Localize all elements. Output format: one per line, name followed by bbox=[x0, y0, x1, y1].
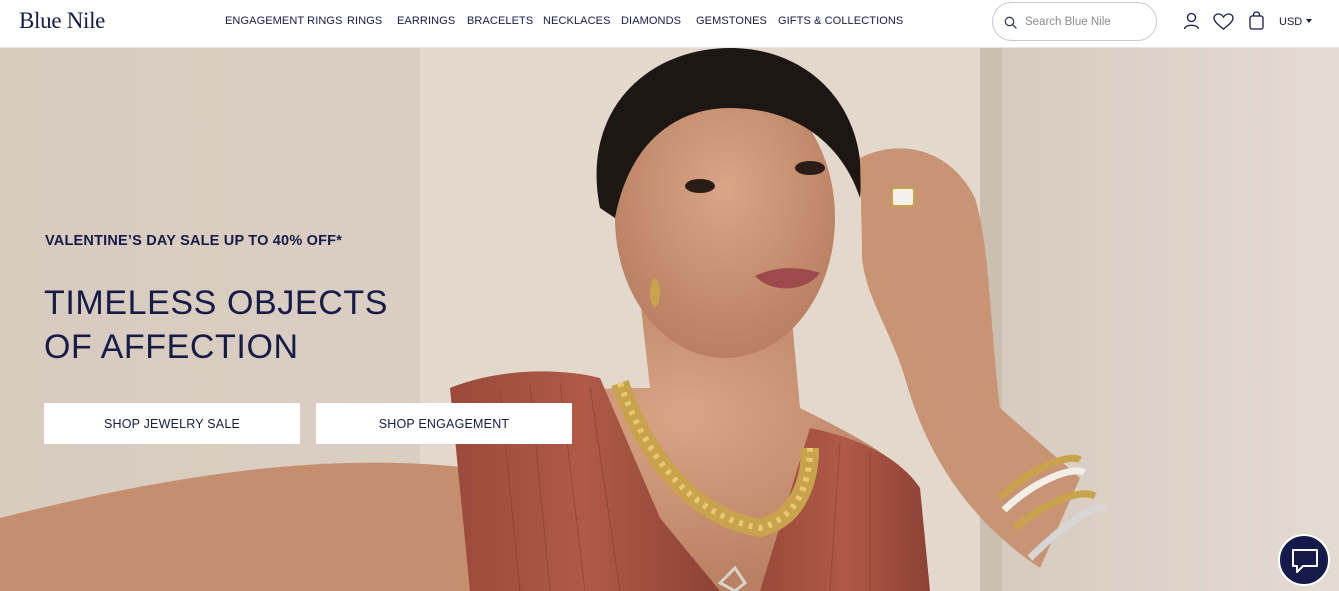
chat-button[interactable] bbox=[1278, 534, 1330, 586]
shop-jewelry-sale-button[interactable]: SHOP JEWELRY SALE bbox=[44, 403, 300, 444]
nav-rings[interactable]: RINGS bbox=[347, 15, 382, 27]
search-box[interactable] bbox=[992, 2, 1157, 41]
search-input[interactable] bbox=[1025, 11, 1145, 33]
hero-headline: TIMELESS OBJECTS OF AFFECTION bbox=[44, 281, 444, 369]
hero-eyebrow: VALENTINE’S DAY SALE UP TO 40% OFF* bbox=[45, 233, 343, 249]
currency-selector[interactable]: USD bbox=[1279, 16, 1313, 28]
site-header: Blue Nile ENGAGEMENT RINGS RINGS EARRING… bbox=[0, 0, 1339, 48]
nav-necklaces[interactable]: NECKLACES bbox=[543, 15, 611, 27]
blue-nile-logo[interactable]: Blue Nile bbox=[19, 8, 105, 34]
nav-earrings[interactable]: EARRINGS bbox=[397, 15, 455, 27]
bag-icon[interactable] bbox=[1249, 11, 1264, 35]
search-icon bbox=[1004, 16, 1017, 29]
hero-headline-line1: TIMELESS OBJECTS bbox=[44, 284, 389, 322]
hero-banner: VALENTINE’S DAY SALE UP TO 40% OFF* TIME… bbox=[0, 48, 1339, 591]
nav-bracelets[interactable]: BRACELETS bbox=[467, 15, 533, 27]
caret-down-icon bbox=[1306, 19, 1313, 23]
currency-label: USD bbox=[1279, 16, 1303, 28]
user-icon[interactable] bbox=[1183, 12, 1200, 35]
chat-icon bbox=[1292, 549, 1318, 573]
nav-engagement-rings[interactable]: ENGAGEMENT RINGS bbox=[225, 15, 343, 27]
heart-icon[interactable] bbox=[1213, 13, 1234, 35]
shop-engagement-button[interactable]: SHOP ENGAGEMENT bbox=[316, 403, 572, 444]
nav-diamonds[interactable]: DIAMONDS bbox=[621, 15, 681, 27]
hero-headline-line2: OF AFFECTION bbox=[44, 328, 299, 366]
nav-gemstones[interactable]: GEMSTONES bbox=[696, 15, 767, 27]
nav-gifts-collections[interactable]: GIFTS & COLLECTIONS bbox=[778, 15, 903, 27]
